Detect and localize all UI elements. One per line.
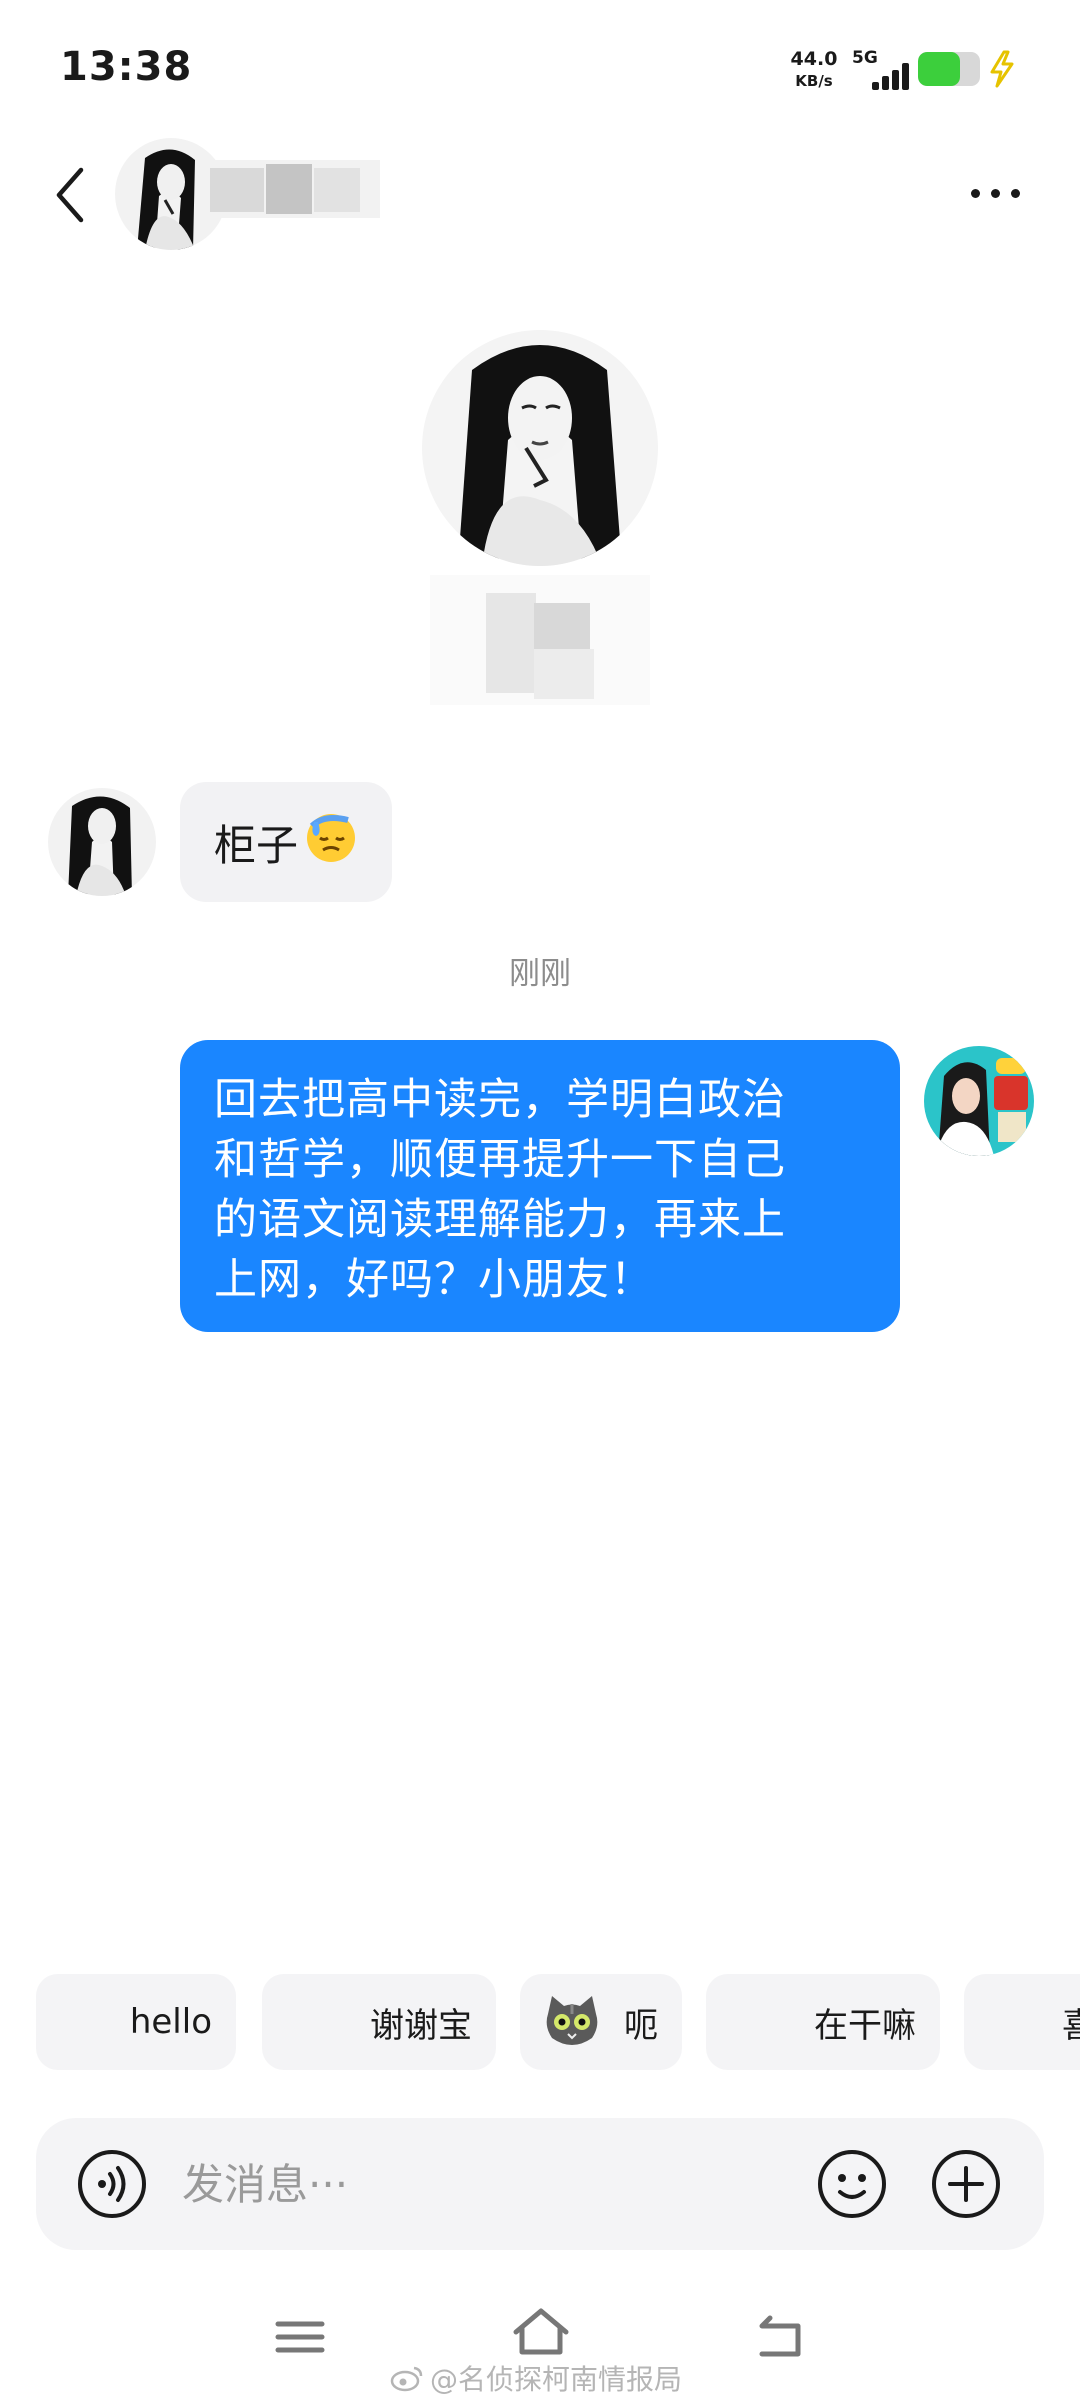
quick-reply-chip[interactable]: hello: [36, 1974, 236, 2070]
chat-header: [0, 130, 1080, 260]
chevron-left-icon: [56, 167, 84, 223]
quick-reply-chip[interactable]: 喜: [964, 1974, 1080, 2070]
sweat-face-emoji: [304, 810, 358, 874]
watermark: @名侦探柯南情报局: [390, 2358, 682, 2398]
cat-sticker-icon: [546, 1996, 598, 2045]
sent-message-line: 和哲学，顺便再提升一下自己: [214, 1135, 786, 1185]
network-speed-unit: KB/s: [795, 72, 833, 90]
plus-icon[interactable]: [930, 2148, 1002, 2220]
profile-avatar-image: [422, 330, 658, 566]
quick-reply-bar: hello 谢谢宝 呃 在干嘛 喜: [36, 1974, 1080, 2070]
network-speed: 44.0 KB/s: [788, 48, 840, 92]
quick-reply-chip[interactable]: 在干嘛: [706, 1974, 940, 2070]
quick-reply-label: 在干嘛: [814, 2005, 916, 2046]
sent-message-bubble[interactable]: 回去把高中读完，学明白政治 和哲学，顺便再提升一下自己 的语文阅读理解能力，再来…: [180, 1040, 900, 1332]
battery-icon: [918, 52, 980, 86]
more-dots-icon: [970, 188, 980, 198]
quick-reply-label: 谢谢宝: [370, 2005, 472, 2046]
profile-avatar[interactable]: [422, 330, 658, 566]
status-time: 13:38: [60, 44, 193, 90]
sender-avatar[interactable]: [48, 788, 156, 896]
more-button[interactable]: [955, 168, 1035, 218]
menu-icon[interactable]: [270, 2312, 330, 2362]
voice-input-icon[interactable]: [76, 2148, 148, 2220]
emoji-icon[interactable]: [816, 2148, 888, 2220]
quick-reply-label: hello: [129, 2002, 212, 2042]
status-bar: 13:38 44.0 KB/s 5G: [0, 0, 1080, 130]
my-avatar-image: [924, 1046, 1034, 1156]
home-icon[interactable]: [510, 2306, 572, 2362]
quick-reply-label: 呃: [624, 2005, 658, 2046]
sent-message-line: 的语文阅读理解能力，再来上: [214, 1195, 786, 1245]
network-speed-value: 44.0: [790, 48, 838, 70]
message-timestamp: 刚刚: [509, 956, 571, 992]
back-button[interactable]: [40, 160, 100, 230]
quick-reply-chip[interactable]: 呃: [520, 1974, 682, 2070]
system-nav-bar: @名侦探柯南情报局: [0, 2300, 1080, 2400]
weibo-logo-icon: [390, 2366, 423, 2392]
received-message-bubble[interactable]: 柜子: [180, 782, 393, 902]
charging-icon: [990, 50, 1014, 88]
received-message-text: 柜子: [214, 820, 299, 870]
quick-reply-chip[interactable]: 谢谢宝: [262, 1974, 496, 2070]
sent-message-line: 上网，好吗？小朋友！: [214, 1255, 654, 1305]
profile-name-redacted: [430, 575, 650, 705]
my-avatar[interactable]: [924, 1046, 1034, 1156]
sent-message-line: 回去把高中读完，学明白政治: [214, 1075, 786, 1125]
watermark-text: @名侦探柯南情报局: [430, 2363, 683, 2396]
back-nav-icon[interactable]: [752, 2310, 808, 2362]
contact-name-redacted: [210, 160, 380, 218]
battery-level: [918, 52, 961, 86]
message-input-bar: [36, 2118, 1044, 2250]
message-input[interactable]: [182, 2148, 802, 2220]
quick-reply-label: 喜: [1062, 2005, 1080, 2046]
signal-icon: [866, 60, 912, 90]
sender-avatar-image: [48, 788, 156, 896]
